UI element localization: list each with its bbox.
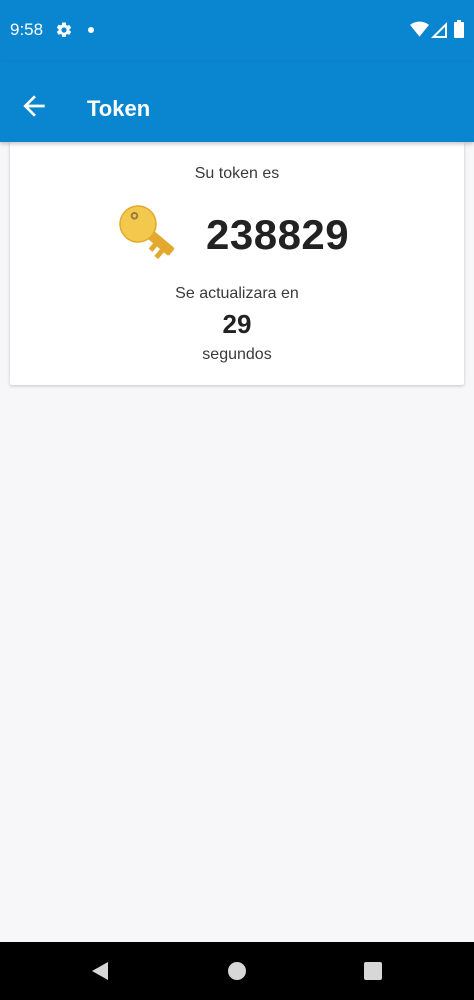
signal-icon bbox=[431, 22, 447, 38]
countdown-seconds: 29 bbox=[222, 309, 252, 339]
battery-icon bbox=[454, 20, 464, 38]
arrow-back-icon[interactable] bbox=[18, 90, 50, 122]
page-title: Token bbox=[87, 96, 151, 121]
key-icon bbox=[119, 205, 175, 260]
home-circle-icon[interactable] bbox=[228, 962, 246, 980]
notification-dot-icon bbox=[88, 27, 94, 33]
token-card: Su token es 238829 Se actualizara en 29 … bbox=[10, 142, 464, 385]
status-right-icons bbox=[410, 20, 466, 40]
countdown-unit-label: segundos bbox=[202, 346, 272, 363]
wifi-icon bbox=[410, 21, 429, 37]
status-bar: 9:58 bbox=[0, 0, 474, 62]
token-prompt: Su token es bbox=[194, 165, 280, 182]
back-triangle-icon[interactable] bbox=[90, 961, 110, 981]
system-nav-bar bbox=[0, 942, 474, 1000]
status-time: 9:58 bbox=[10, 20, 44, 39]
recents-square-icon[interactable] bbox=[364, 962, 382, 980]
token-value: 238829 bbox=[206, 211, 350, 258]
gear-icon bbox=[56, 22, 72, 37]
app-bar: Token bbox=[0, 62, 474, 142]
refresh-label: Se actualizara en bbox=[175, 285, 299, 302]
